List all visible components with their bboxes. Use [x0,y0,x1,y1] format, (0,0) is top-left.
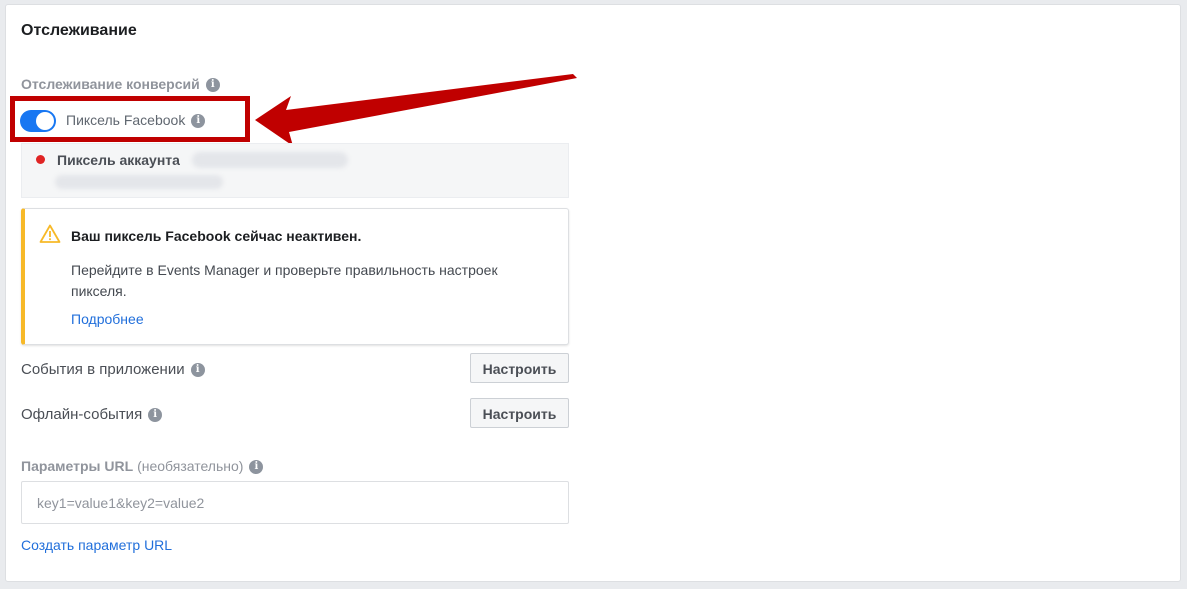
offline-events-text: Офлайн-события [21,406,143,423]
url-params-input[interactable] [21,481,569,524]
url-params-label: Параметры URL (необязательно) i [21,458,264,475]
create-url-param-link[interactable]: Создать параметр URL [21,537,172,553]
status-dot [36,155,45,164]
configure-offline-events-button[interactable]: Настроить [470,398,569,428]
pixel-account-label: Пиксель аккаунта [57,152,180,168]
conversion-tracking-text: Отслеживание конверсий [21,76,200,92]
annotation-arrow-icon [255,74,577,146]
url-params-label-bold: Параметры URL [21,458,134,474]
info-icon[interactable]: i [249,460,264,475]
app-events-text: События в приложении [21,361,185,378]
blurred-account-name [192,152,348,168]
warning-body: Перейдите в Events Manager и проверьте п… [71,262,498,299]
offline-events-label: Офлайн-события i [21,406,163,423]
section-title: Отслеживание [21,22,137,39]
conversion-tracking-label: Отслеживание конверсий i [21,76,220,93]
info-icon[interactable]: i [190,363,205,378]
annotation-highlight-box [10,96,250,142]
info-icon[interactable]: i [205,78,220,93]
blurred-account-id [55,175,223,189]
configure-app-events-button[interactable]: Настроить [470,353,569,383]
learn-more-link[interactable]: Подробнее [71,311,144,327]
app-events-label: События в приложении i [21,361,205,378]
warning-triangle-icon [39,224,61,243]
info-icon[interactable]: i [148,408,163,423]
warning-title: Ваш пиксель Facebook сейчас неактивен. [71,228,362,244]
url-params-label-optional: (необязательно) [137,458,244,474]
